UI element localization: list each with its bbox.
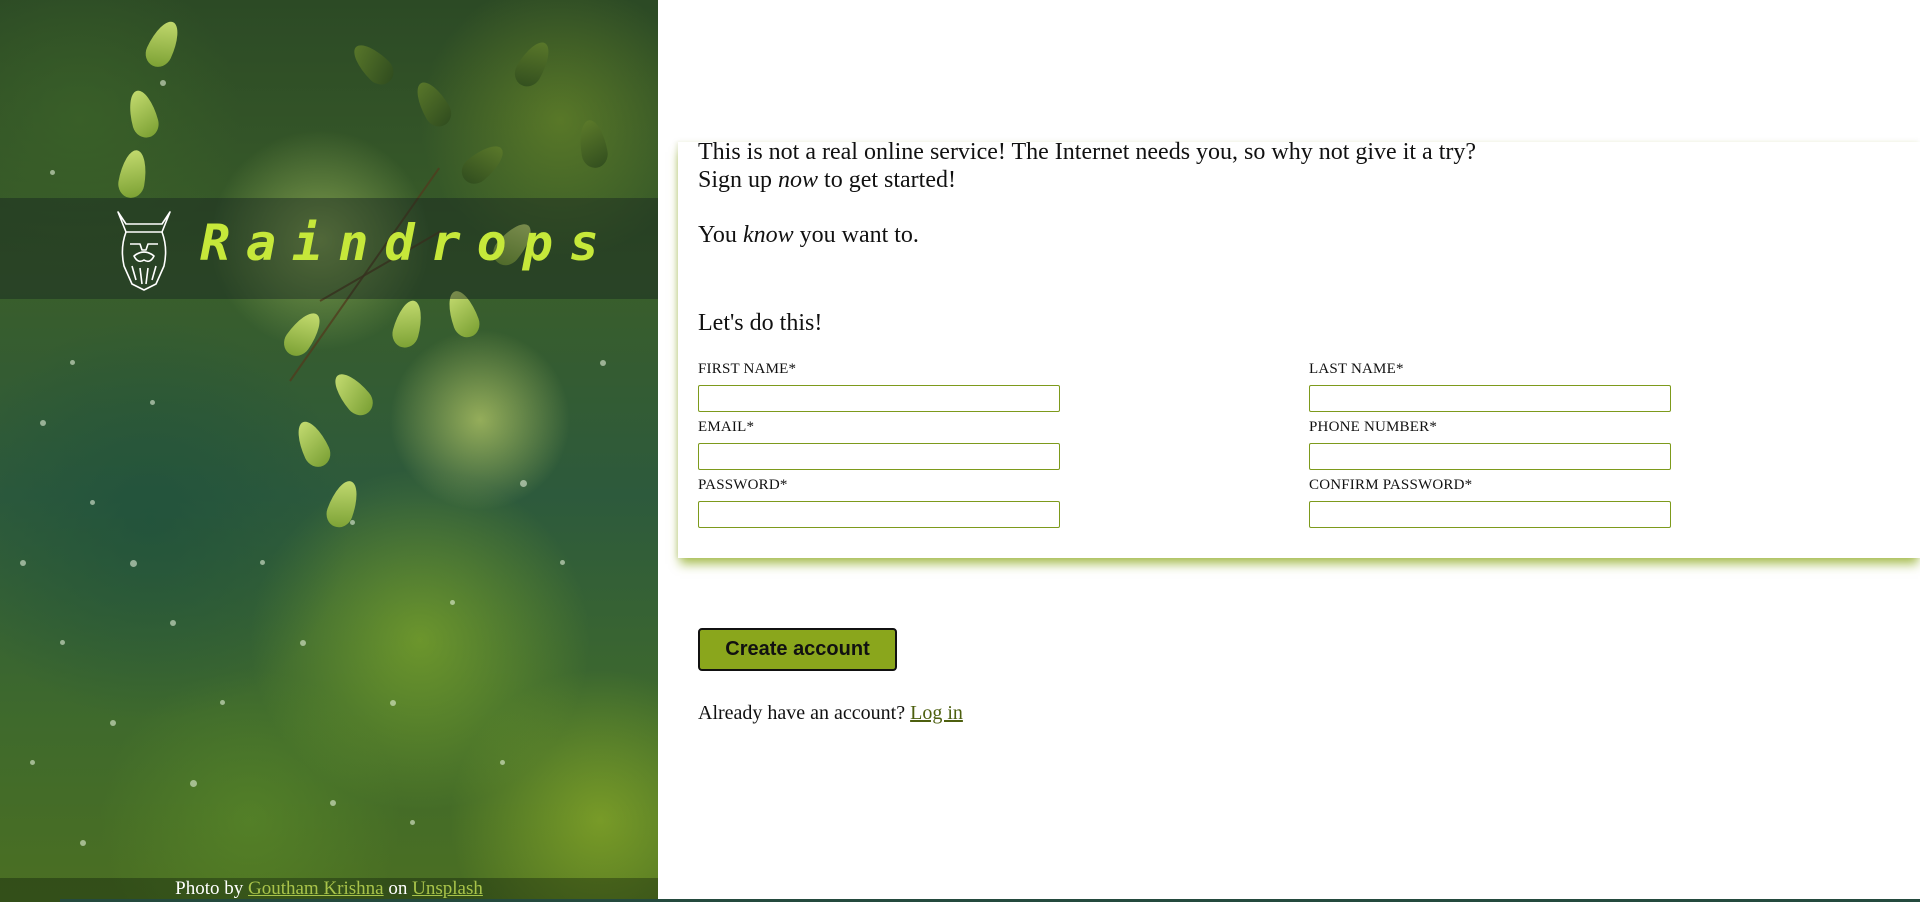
bokeh-dot <box>80 840 86 846</box>
leaf <box>124 87 162 141</box>
bokeh-dot <box>60 640 65 645</box>
bokeh-dot <box>160 80 166 86</box>
password-field[interactable] <box>698 501 1060 528</box>
bokeh-dot <box>40 420 46 426</box>
first-name-label: FIRST NAME* <box>698 361 797 377</box>
intro-line-1: This is not a real online service! The I… <box>698 139 1477 165</box>
bokeh-dot <box>110 720 116 726</box>
confirm-password-field[interactable] <box>1309 501 1671 528</box>
email-label: EMAIL* <box>698 419 755 435</box>
credit-prefix: Photo by <box>175 878 244 899</box>
signup-card <box>678 142 1920 558</box>
bokeh-dot <box>500 760 505 765</box>
form-heading: Let's do this! <box>698 310 823 336</box>
bokeh-dot <box>410 820 415 825</box>
bokeh-dot <box>390 700 396 706</box>
leaf <box>141 16 185 72</box>
leaf <box>291 416 335 472</box>
login-link[interactable]: Log in <box>910 702 963 724</box>
intro-line-2: Sign up now to get started! <box>698 166 1476 194</box>
password-label: PASSWORD* <box>698 477 788 493</box>
bokeh-dot <box>560 560 565 565</box>
bokeh-dot <box>260 560 265 565</box>
bokeh-dot <box>50 170 55 175</box>
intro-line-2-emphasis: now <box>778 167 819 193</box>
bokeh-dot <box>170 620 176 626</box>
login-prompt: Already have an account? Log in <box>698 702 963 725</box>
phone-number-label: PHONE NUMBER* <box>1309 419 1438 435</box>
credit-author-link[interactable]: Goutham Krishna <box>248 878 384 899</box>
credit-site-link[interactable]: Unsplash <box>412 878 483 899</box>
leaf <box>576 118 610 170</box>
intro-line-3: You know you want to. <box>698 222 919 249</box>
intro-line-3-emphasis: know <box>742 222 794 248</box>
bokeh-dot <box>300 640 306 646</box>
hero-image-panel <box>0 0 658 902</box>
create-account-button[interactable]: Create account <box>698 628 897 671</box>
leaf <box>327 367 379 421</box>
bokeh-dot <box>600 360 606 366</box>
leaf <box>322 477 364 531</box>
leaf <box>409 76 457 132</box>
bokeh-dot <box>130 560 137 567</box>
bokeh-dot <box>70 360 75 365</box>
leaf <box>116 148 150 200</box>
first-name-field[interactable] <box>698 385 1060 412</box>
login-prompt-text: Already have an account? <box>698 702 906 724</box>
intro-line-2-post: to get started! <box>824 167 956 193</box>
email-field[interactable] <box>698 443 1060 470</box>
bokeh-dot <box>30 760 35 765</box>
bokeh-dot <box>520 480 527 487</box>
bokeh-dot <box>220 700 225 705</box>
bokeh-dot <box>90 500 95 505</box>
bokeh-dot <box>20 560 26 566</box>
leaf <box>456 138 510 190</box>
brand-name: Raindrops <box>200 214 615 272</box>
leaf <box>346 37 400 91</box>
last-name-field[interactable] <box>1309 385 1671 412</box>
viking-logo-icon <box>117 211 171 291</box>
confirm-password-label: CONFIRM PASSWORD* <box>1309 477 1473 493</box>
leaf <box>389 297 427 351</box>
leaf <box>509 36 557 92</box>
bokeh-dot <box>450 600 455 605</box>
last-name-label: LAST NAME* <box>1309 361 1404 377</box>
intro-line-2-pre: Sign up <box>698 167 773 193</box>
intro-text: This is not a real online service! The I… <box>698 138 1476 194</box>
credit-middle: on <box>388 878 408 899</box>
bokeh-dot <box>150 400 155 405</box>
bokeh-dot <box>190 780 197 787</box>
bokeh-dot <box>330 800 336 806</box>
bokeh-dot <box>350 520 355 525</box>
intro-line-3-pre: You <box>698 222 737 248</box>
phone-number-field[interactable] <box>1309 443 1671 470</box>
intro-line-3-post: you want to. <box>799 222 919 248</box>
